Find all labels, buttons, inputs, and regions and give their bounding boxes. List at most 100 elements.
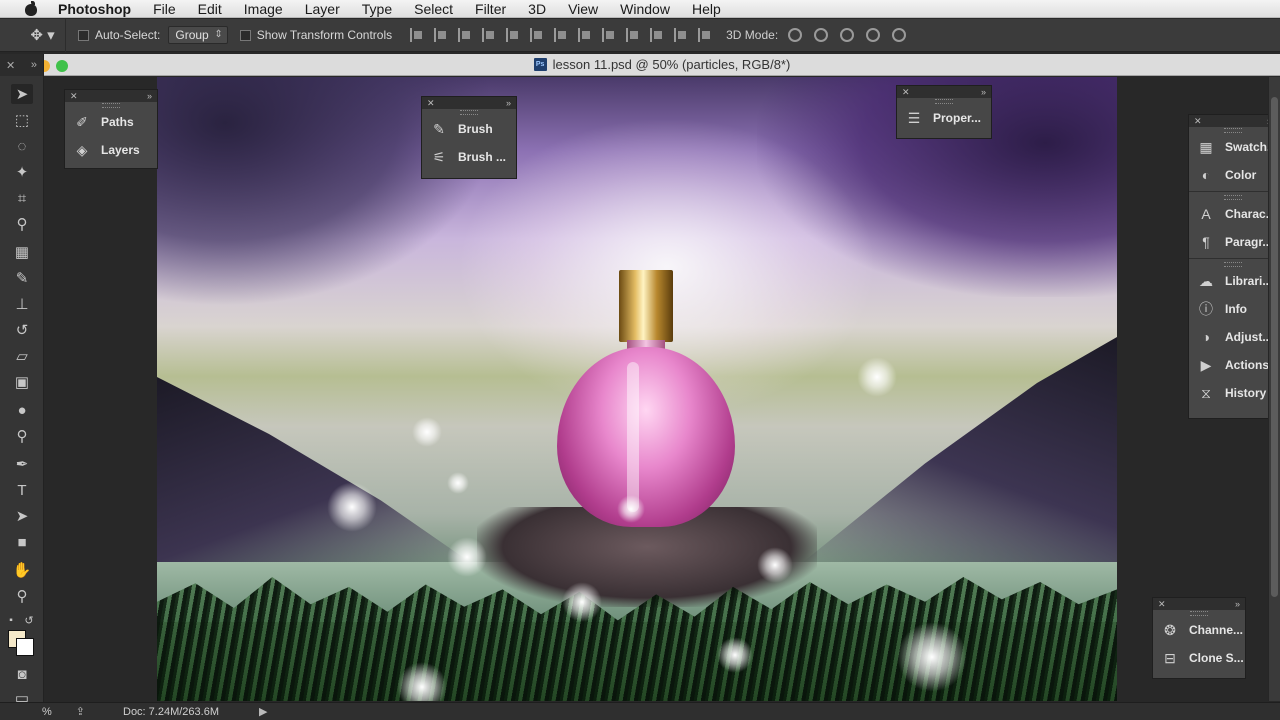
close-icon[interactable]: ✕ <box>1158 599 1166 610</box>
distribute-top-icon[interactable] <box>554 28 568 42</box>
distribute-vcenter-icon[interactable] <box>578 28 592 42</box>
expand-icon[interactable]: » <box>981 87 986 97</box>
distribute-bottom-icon[interactable] <box>602 28 616 42</box>
menu-file[interactable]: File <box>142 0 187 18</box>
close-icon[interactable]: ✕ <box>6 59 15 72</box>
panel-item-adjustments[interactable]: ◑ Adjust... <box>1189 323 1277 351</box>
distribute-hcenter-icon[interactable] <box>650 28 664 42</box>
vertical-scrollbar[interactable] <box>1268 77 1280 701</box>
apple-icon[interactable] <box>22 0 42 16</box>
window-zoom-button[interactable] <box>56 60 68 72</box>
menu-type[interactable]: Type <box>351 0 403 18</box>
align-vertical-centers-icon[interactable] <box>434 28 448 42</box>
menu-3d[interactable]: 3D <box>517 0 557 18</box>
align-bottom-edges-icon[interactable] <box>458 28 472 42</box>
move-tool-icon[interactable]: ➤ <box>11 84 33 104</box>
close-icon[interactable]: ✕ <box>70 91 78 102</box>
3d-scale-icon[interactable] <box>892 28 907 42</box>
3d-pan-icon[interactable] <box>840 28 855 42</box>
menu-edit[interactable]: Edit <box>187 0 233 18</box>
menu-select[interactable]: Select <box>403 0 464 18</box>
panel-item-layers[interactable]: ◈ Layers <box>65 136 157 164</box>
show-transform-checkbox[interactable] <box>239 29 251 41</box>
3d-slide-icon[interactable] <box>866 28 881 42</box>
auto-select-dropdown[interactable]: Group <box>168 26 228 44</box>
panel-item-properties[interactable]: ☰ Proper... <box>897 104 991 132</box>
magic-wand-tool-icon[interactable]: ✦ <box>11 162 33 182</box>
expand-icon[interactable]: » <box>147 91 152 101</box>
distribute-left-icon[interactable] <box>626 28 640 42</box>
align-top-edges-icon[interactable] <box>410 28 424 42</box>
menu-image[interactable]: Image <box>233 0 294 18</box>
expand-icon[interactable]: » <box>506 98 511 108</box>
panel-item-clone-source[interactable]: ⊟ Clone S... <box>1153 644 1245 672</box>
blur-tool-icon[interactable]: ● <box>11 400 33 420</box>
close-icon[interactable]: ✕ <box>1194 116 1202 127</box>
panel-item-info[interactable]: ⓘ Info <box>1189 295 1277 323</box>
dodge-tool-icon[interactable]: ⚲ <box>11 426 33 446</box>
healing-brush-tool-icon[interactable]: ▦ <box>11 242 33 262</box>
history-brush-tool-icon[interactable]: ↺ <box>11 320 33 340</box>
pen-tool-icon[interactable]: ✒ <box>11 454 33 474</box>
default-colors-icon[interactable]: ▪ <box>4 610 18 630</box>
panel-item-paths[interactable]: ✐ Paths <box>65 108 157 136</box>
auto-align-icon[interactable] <box>698 28 712 42</box>
panel-item-history[interactable]: ⧖ History <box>1189 379 1277 407</box>
quick-mask-icon[interactable]: ◙ <box>11 664 33 684</box>
share-icon[interactable]: ⇪ <box>76 705 85 718</box>
scrollbar-thumb[interactable] <box>1271 97 1278 597</box>
lasso-tool-icon[interactable]: ◌ <box>11 136 33 156</box>
align-right-edges-icon[interactable] <box>530 28 544 42</box>
collapse-icon[interactable]: » <box>31 59 37 71</box>
menu-filter[interactable]: Filter <box>464 0 517 18</box>
auto-select-checkbox[interactable] <box>78 29 89 41</box>
panel-item-character[interactable]: A Charac... <box>1189 200 1277 228</box>
zoom-tool-icon[interactable]: ⚲ <box>11 586 33 606</box>
close-icon[interactable]: ✕ <box>427 98 435 109</box>
hand-tool-icon[interactable]: ✋ <box>11 560 33 580</box>
panel-item-brush-presets[interactable]: ⚟ Brush ... <box>422 143 516 171</box>
gradient-tool-icon[interactable]: ▣ <box>11 372 33 392</box>
rectangle-tool-icon[interactable]: ■ <box>11 532 33 552</box>
align-horizontal-centers-icon[interactable] <box>506 28 520 42</box>
document-tab[interactable]: Ps lesson 11.psd @ 50% (particles, RGB/8… <box>38 54 1280 76</box>
brush-tool-icon[interactable]: ✎ <box>11 268 33 288</box>
panel-item-paragraph[interactable]: ¶ Paragr... <box>1189 228 1277 256</box>
right-panel-dock: ✕» ▦Swatch... ◐ Color ACharac... ¶ Paragr.… <box>1188 114 1278 419</box>
panel-item-actions[interactable]: ▶ Actions <box>1189 351 1277 379</box>
path-selection-tool-icon[interactable]: ➤ <box>11 506 33 526</box>
crop-tool-icon[interactable]: ⌗ <box>11 188 33 208</box>
panel-header[interactable]: ✕» <box>65 90 157 102</box>
menu-help[interactable]: Help <box>681 0 732 18</box>
menu-app-name[interactable]: Photoshop <box>56 0 142 18</box>
zoom-level[interactable]: % <box>42 706 52 718</box>
eyedropper-tool-icon[interactable]: ⚲ <box>11 214 33 234</box>
panel-header[interactable]: ✕» <box>1153 598 1245 610</box>
align-left-edges-icon[interactable] <box>482 28 496 42</box>
background-color-swatch[interactable] <box>16 638 34 656</box>
panel-item-channels[interactable]: ❂ Channe... <box>1153 616 1245 644</box>
eraser-tool-icon[interactable]: ▱ <box>11 346 33 366</box>
swap-colors-icon[interactable]: ↺ <box>22 610 36 630</box>
panel-item-brush[interactable]: ✎ Brush <box>422 115 516 143</box>
panel-item-color[interactable]: ◐ Color <box>1189 161 1277 189</box>
panel-header[interactable]: ✕» <box>897 86 991 98</box>
menu-view[interactable]: View <box>557 0 609 18</box>
close-icon[interactable]: ✕ <box>902 87 910 98</box>
3d-roll-icon[interactable] <box>814 28 829 42</box>
panel-item-swatches[interactable]: ▦ Swatch... <box>1189 133 1277 161</box>
expand-icon[interactable]: » <box>1235 599 1240 609</box>
marquee-tool-icon[interactable]: ⬚ <box>11 110 33 130</box>
clone-stamp-tool-icon[interactable]: ⊥ <box>11 294 33 314</box>
panel-header[interactable]: ✕» <box>1189 115 1277 127</box>
type-tool-icon[interactable]: T <box>11 480 33 500</box>
move-tool-preset-icon[interactable]: ✥ ▾ <box>20 18 66 52</box>
status-menu-arrow-icon[interactable]: ▶ <box>259 705 267 718</box>
menu-layer[interactable]: Layer <box>294 0 351 18</box>
panel-header[interactable]: ✕» <box>422 97 516 109</box>
3d-orbit-icon[interactable] <box>788 28 803 42</box>
panel-item-libraries[interactable]: ☁ Librari... <box>1189 267 1277 295</box>
menu-window[interactable]: Window <box>609 0 681 18</box>
document-canvas[interactable] <box>157 77 1117 701</box>
distribute-right-icon[interactable] <box>674 28 688 42</box>
